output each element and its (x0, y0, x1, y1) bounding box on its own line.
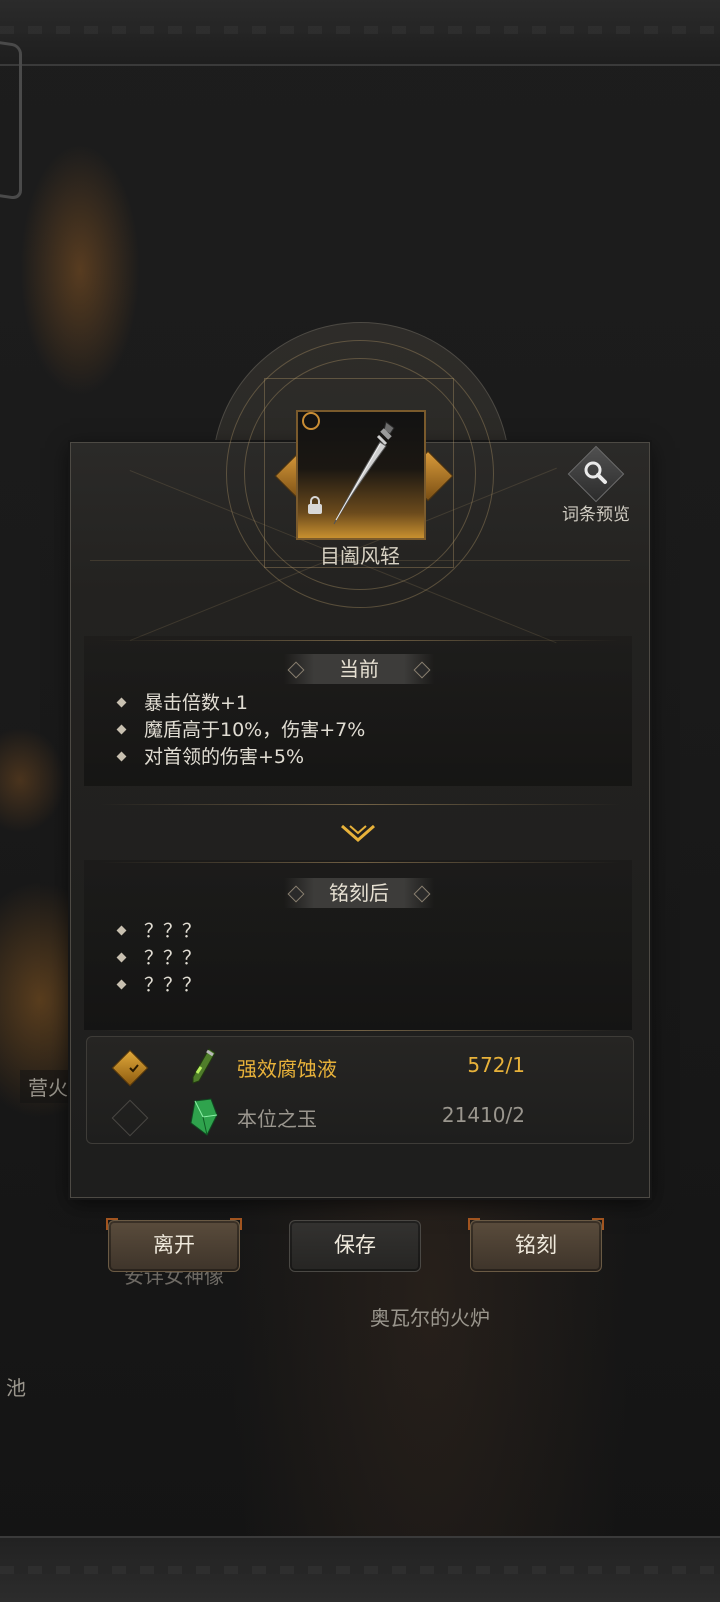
after-stat: ？？？ (118, 918, 201, 945)
sword-icon (333, 421, 395, 525)
after-title: 铭刻后 (284, 878, 434, 908)
chevron-down-icon (341, 824, 375, 842)
green-gem-icon (190, 1098, 218, 1136)
map-label-pool: 池 (6, 1376, 26, 1400)
current-title: 当前 (284, 654, 434, 684)
inscribe-button[interactable]: 铭刻 (468, 1218, 604, 1272)
map-label-campfire: 营火 (20, 1070, 76, 1103)
item-name: 目阖风轻 (320, 544, 400, 568)
divider (100, 640, 620, 641)
affix-preview-button[interactable]: 词条预览 (562, 445, 630, 525)
current-stat-list: 暴击倍数+1 魔盾高于10%，伤害+7% 对首领的伤害+5% (118, 690, 365, 771)
after-stat-list: ？？？ ？？？ ？？？ (118, 918, 201, 999)
material-row[interactable]: 本位之玉 21410/2 (87, 1093, 633, 1141)
material-count: 572/1 (467, 1053, 525, 1077)
material-name: 强效腐蚀液 (237, 1057, 337, 1081)
unselected-check-icon[interactable] (111, 1099, 149, 1137)
current-stat: 对首领的伤害+5% (118, 744, 365, 771)
lock-icon (308, 496, 322, 514)
divider (100, 862, 620, 863)
material-name: 本位之玉 (237, 1107, 317, 1131)
divider (100, 1030, 620, 1031)
material-count: 21410/2 (441, 1103, 525, 1127)
back-button-frame[interactable] (0, 35, 22, 201)
after-stat: ？？？ (118, 972, 201, 999)
material-row[interactable]: 强效腐蚀液 572/1 (87, 1043, 633, 1091)
current-stat: 魔盾高于10%，伤害+7% (118, 717, 365, 744)
current-stat: 暴击倍数+1 (118, 690, 365, 717)
affix-preview-label: 词条预览 (562, 505, 630, 525)
material-list: 强效腐蚀液 572/1 本位之玉 21410/2 (86, 1036, 634, 1144)
item-slot[interactable] (296, 410, 426, 540)
magnifier-icon (584, 461, 607, 484)
checkmark-icon (129, 1064, 139, 1073)
bottom-bar (0, 1536, 720, 1602)
save-button[interactable]: 保存 (289, 1220, 421, 1272)
rarity-indicator (302, 412, 320, 430)
divider (100, 804, 620, 805)
top-bar (0, 0, 720, 66)
map-label-forge: 奥瓦尔的火炉 (370, 1306, 490, 1330)
potion-vial-icon (192, 1048, 216, 1084)
leave-button[interactable]: 离开 (106, 1218, 242, 1272)
after-stat: ？？？ (118, 945, 201, 972)
